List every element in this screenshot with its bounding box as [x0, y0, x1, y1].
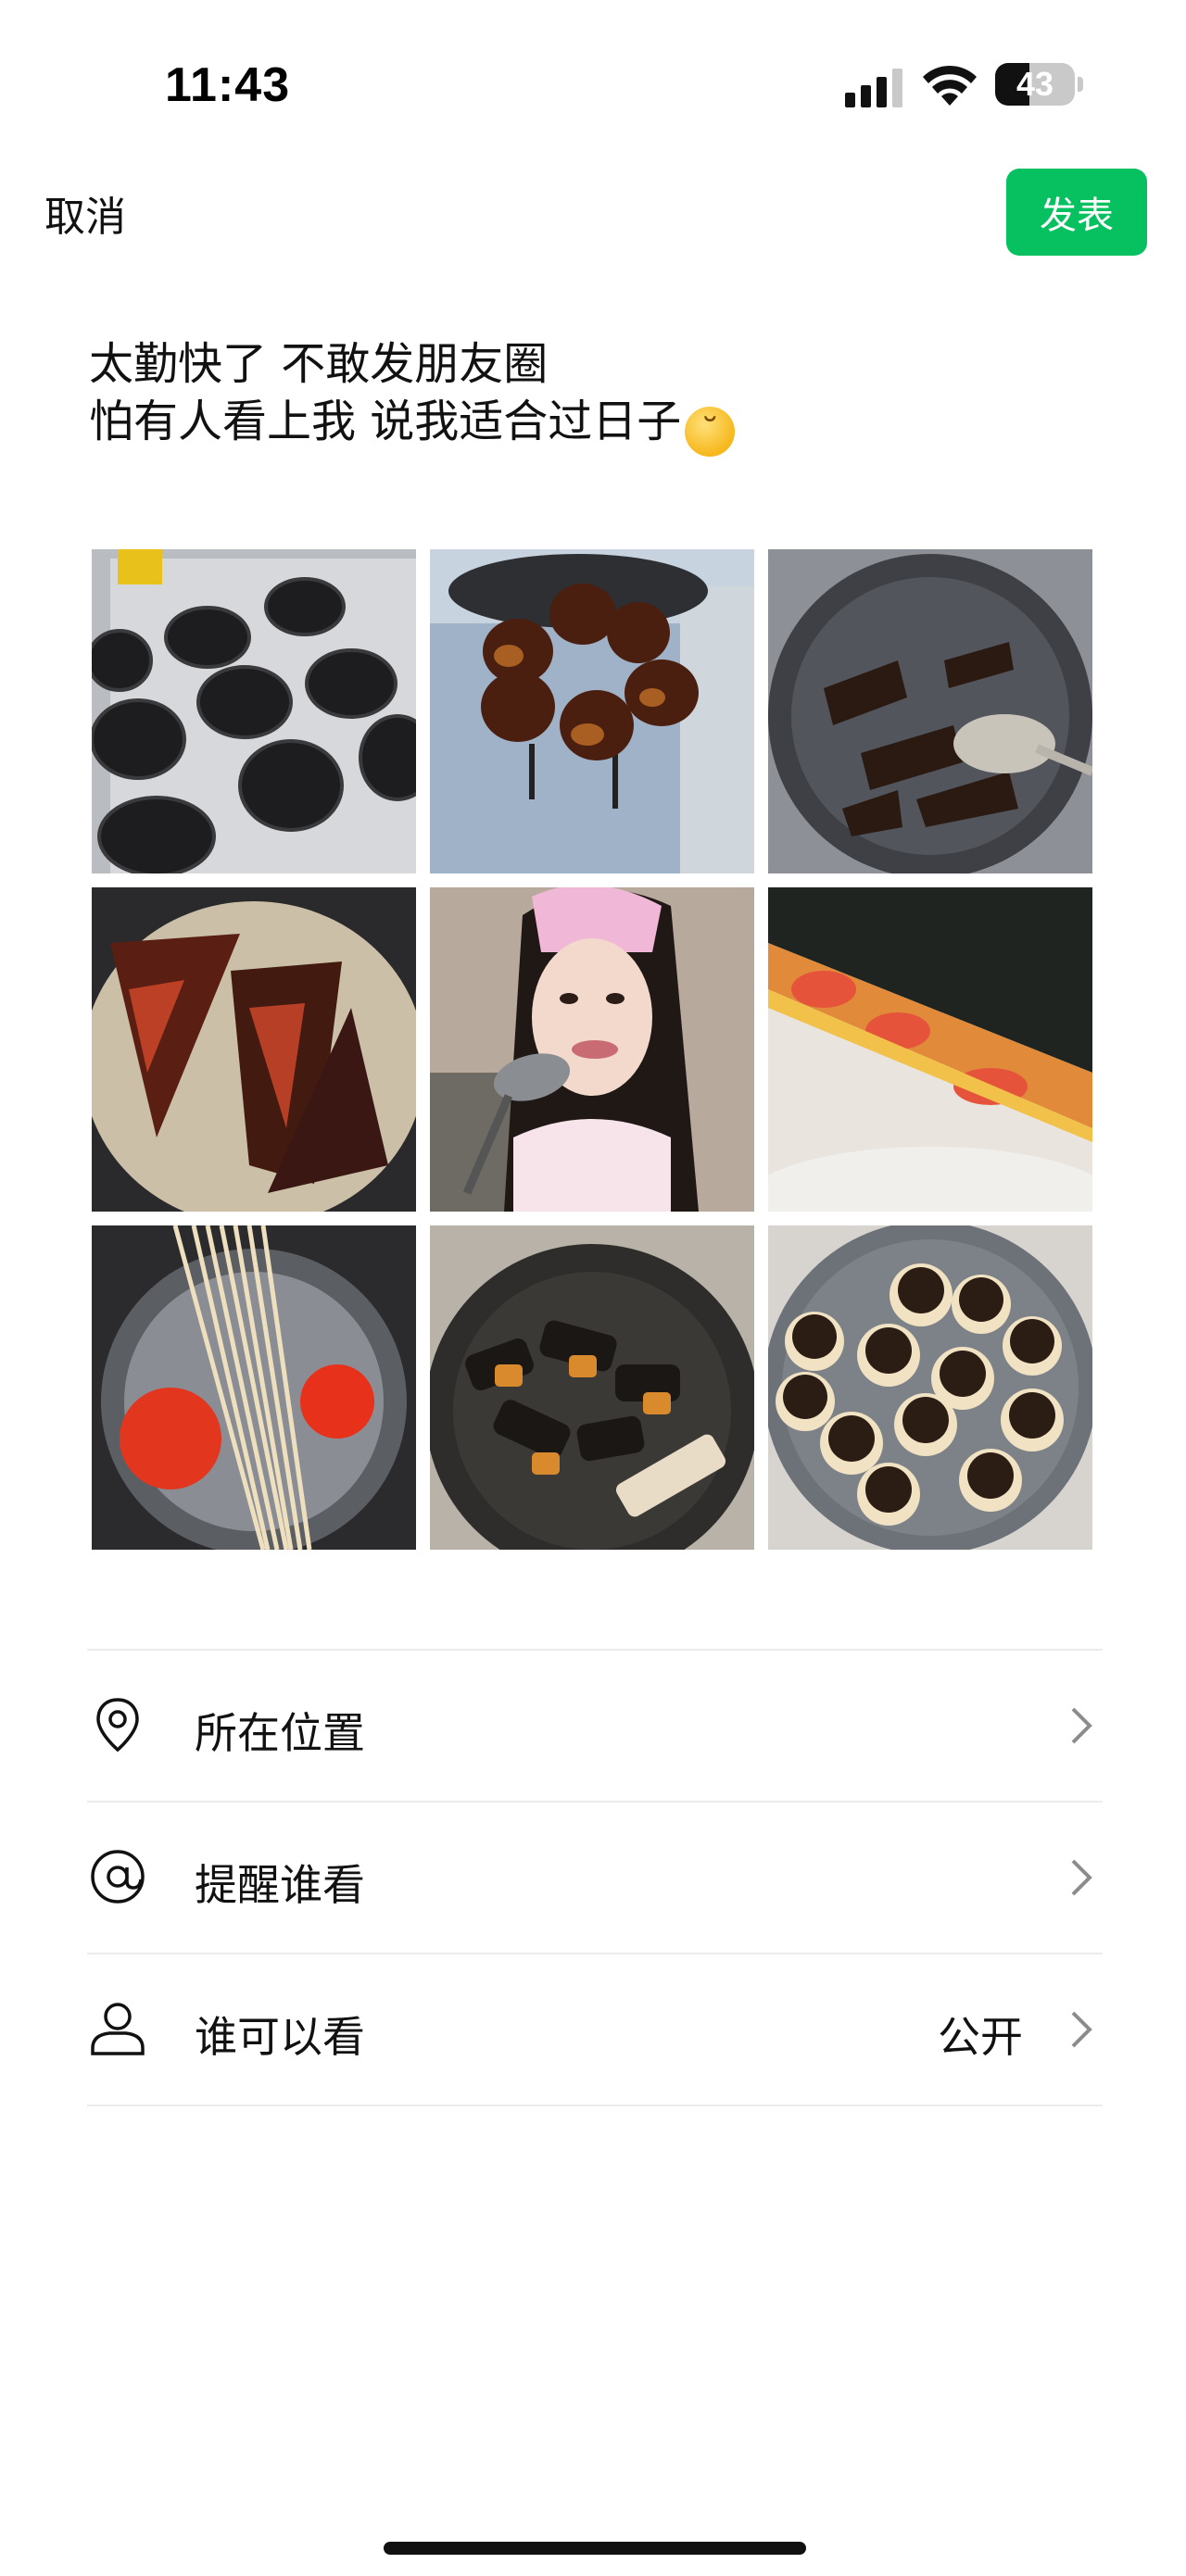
photo-burnt-tart-shells-tray-image	[92, 549, 416, 873]
option-mention-label: 提醒谁看	[195, 1860, 365, 1910]
photo-charred-stir-fry-in-wok[interactable]	[768, 549, 1092, 873]
at-sign-icon	[91, 1850, 145, 1904]
photo-burnt-pancake-slices-image	[92, 887, 416, 1212]
person-icon	[91, 2003, 145, 2055]
location-pin-icon	[96, 1698, 139, 1753]
photo-burnt-buns-on-rack[interactable]	[430, 549, 754, 873]
photo-noodles-and-tomatoes-boiling-image	[92, 1225, 416, 1550]
home-indicator[interactable]	[384, 2542, 806, 2555]
publish-button-label: 发表	[1040, 195, 1114, 237]
option-visibility[interactable]: 谁可以看 公开	[87, 1954, 1103, 2104]
option-location[interactable]: 所在位置	[87, 1650, 1103, 1800]
option-visibility-label: 谁可以看	[195, 2012, 365, 2062]
status-time: 11:43	[165, 58, 291, 112]
battery-percent: 43	[1016, 65, 1054, 103]
divider	[87, 2105, 1103, 2106]
post-text-line-2-text: 怕有人看上我 说我适合过日子	[89, 396, 682, 447]
photo-selfie-with-spatula-image	[430, 887, 754, 1212]
cellular-signal-icon	[845, 69, 902, 107]
publish-button[interactable]: 发表	[1006, 169, 1147, 256]
photo-charred-stir-fry-in-wok-image	[768, 549, 1092, 873]
kissing-face-emoji-icon: ˘	[685, 407, 736, 457]
chevron-right-icon	[1071, 1707, 1092, 1744]
post-text-line-1: 太勤快了 不敢发朋友圈	[89, 338, 549, 390]
photo-burnt-seaweed-sandwich-image	[768, 887, 1092, 1212]
photo-charred-eggplant-in-wok[interactable]	[430, 1225, 754, 1550]
photo-burnt-round-cakes-in-pan-image	[768, 1225, 1092, 1550]
photo-burnt-seaweed-sandwich[interactable]	[768, 887, 1092, 1212]
photo-burnt-buns-on-rack-image	[430, 549, 754, 873]
battery-tip	[1078, 77, 1083, 92]
post-text-line-2: 怕有人看上我 说我适合过日子 ˘	[89, 393, 736, 457]
photo-burnt-pancake-slices[interactable]	[92, 887, 416, 1212]
option-visibility-value: 公开	[938, 2012, 1023, 2062]
photo-grid	[92, 549, 1092, 1550]
chevron-right-icon	[1071, 1859, 1092, 1896]
chevron-right-icon	[1071, 2011, 1092, 2048]
post-text[interactable]: 太勤快了 不敢发朋友圈 怕有人看上我 说我适合过日子 ˘	[89, 335, 736, 457]
option-location-label: 所在位置	[195, 1708, 365, 1758]
option-mention[interactable]: 提醒谁看	[87, 1802, 1103, 1952]
photo-noodles-and-tomatoes-boiling[interactable]	[92, 1225, 416, 1550]
photo-burnt-round-cakes-in-pan[interactable]	[768, 1225, 1092, 1550]
photo-selfie-with-spatula[interactable]	[430, 887, 754, 1212]
photo-burnt-tart-shells-tray[interactable]	[92, 549, 416, 873]
wifi-icon	[923, 65, 977, 106]
photo-charred-eggplant-in-wok-image	[430, 1225, 754, 1550]
battery-icon: 43	[995, 63, 1075, 106]
cancel-button[interactable]: 取消	[44, 183, 126, 243]
